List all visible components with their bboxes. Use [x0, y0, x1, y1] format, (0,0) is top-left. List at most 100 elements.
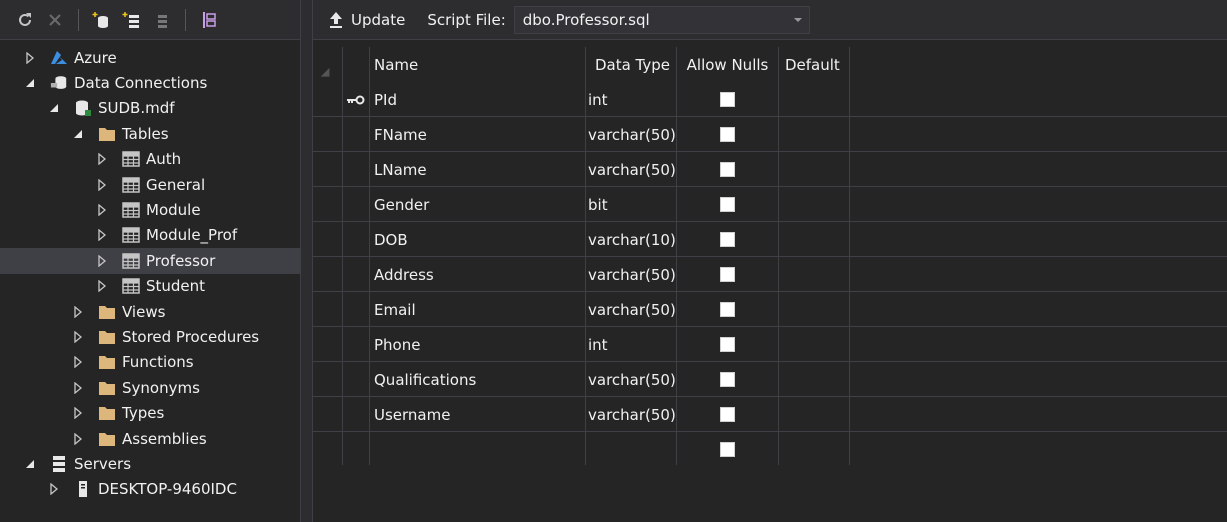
header-default[interactable]: Default — [779, 47, 850, 82]
allow-nulls-checkbox[interactable] — [720, 372, 735, 387]
allow-nulls-checkbox[interactable] — [720, 232, 735, 247]
tree-node-desktop-9460idc[interactable]: DESKTOP-9460IDC — [0, 477, 300, 502]
header-name[interactable]: Name — [370, 47, 586, 82]
data-type-cell[interactable]: varchar(50) — [586, 362, 677, 397]
pane-splitter[interactable] — [300, 0, 313, 522]
select-all-corner[interactable] — [313, 47, 343, 82]
column-name-cell[interactable]: LName — [370, 152, 586, 187]
default-cell[interactable] — [779, 82, 850, 117]
column-row[interactable]: FName varchar(50) — [313, 117, 1227, 152]
row-selector[interactable] — [313, 187, 343, 222]
expanded-arrow-icon[interactable] — [24, 458, 36, 470]
column-row[interactable]: Qualifications varchar(50) — [313, 362, 1227, 397]
collapsed-arrow-icon[interactable] — [96, 153, 108, 166]
connect-to-server-icon[interactable] — [121, 9, 143, 31]
row-selector[interactable] — [313, 292, 343, 327]
collapsed-arrow-icon[interactable] — [72, 305, 84, 318]
row-selector[interactable] — [313, 432, 343, 467]
column-row[interactable]: Gender bit — [313, 187, 1227, 222]
default-cell[interactable] — [779, 117, 850, 152]
connect-to-database-icon[interactable] — [91, 9, 113, 31]
tree-node-servers[interactable]: Servers — [0, 451, 300, 476]
column-name-cell[interactable]: Username — [370, 397, 586, 432]
stop-refresh-icon[interactable] — [44, 9, 66, 31]
default-cell[interactable] — [779, 257, 850, 292]
column-name-cell[interactable]: DOB — [370, 222, 586, 257]
row-selector[interactable] — [313, 362, 343, 397]
row-selector[interactable] — [313, 117, 343, 152]
column-name-cell[interactable]: Email — [370, 292, 586, 327]
allow-nulls-checkbox[interactable] — [720, 92, 735, 107]
row-selector[interactable] — [313, 257, 343, 292]
collapsed-arrow-icon[interactable] — [96, 254, 108, 267]
collapsed-arrow-icon[interactable] — [72, 356, 84, 369]
tree-node-functions[interactable]: Functions — [0, 350, 300, 375]
tree-node-sudb-mdf[interactable]: SUDB.mdf — [0, 96, 300, 121]
tree-node-module[interactable]: Module — [0, 197, 300, 222]
default-cell[interactable] — [779, 432, 850, 467]
update-button[interactable]: Update — [321, 6, 413, 34]
column-row[interactable] — [313, 432, 1227, 467]
allow-nulls-checkbox[interactable] — [720, 127, 735, 142]
column-name-cell[interactable]: PId — [370, 82, 586, 117]
collapsed-arrow-icon[interactable] — [48, 483, 60, 496]
default-cell[interactable] — [779, 222, 850, 257]
row-selector[interactable] — [313, 222, 343, 257]
collapsed-arrow-icon[interactable] — [96, 204, 108, 217]
column-name-cell[interactable]: Qualifications — [370, 362, 586, 397]
tree-node-auth[interactable]: Auth — [0, 147, 300, 172]
allow-nulls-checkbox[interactable] — [720, 407, 735, 422]
expanded-arrow-icon[interactable] — [48, 102, 60, 114]
tree-node-types[interactable]: Types — [0, 401, 300, 426]
allow-nulls-checkbox[interactable] — [720, 267, 735, 282]
expanded-arrow-icon[interactable] — [72, 128, 84, 140]
row-selector[interactable] — [313, 397, 343, 432]
data-type-cell[interactable]: int — [586, 82, 677, 117]
default-cell[interactable] — [779, 327, 850, 362]
collapsed-arrow-icon[interactable] — [24, 51, 36, 64]
column-row[interactable]: Phone int — [313, 327, 1227, 362]
header-allow-nulls[interactable]: Allow Nulls — [677, 47, 779, 82]
tree-node-professor[interactable]: Professor — [0, 248, 300, 274]
column-name-cell[interactable]: FName — [370, 117, 586, 152]
tree-node-student[interactable]: Student — [0, 274, 300, 299]
data-type-cell[interactable]: bit — [586, 187, 677, 222]
allow-nulls-checkbox[interactable] — [720, 197, 735, 212]
data-type-cell[interactable] — [586, 432, 677, 467]
default-cell[interactable] — [779, 187, 850, 222]
tree-node-tables[interactable]: Tables — [0, 121, 300, 146]
column-name-cell[interactable]: Gender — [370, 187, 586, 222]
tree-node-stored-procedures[interactable]: Stored Procedures — [0, 324, 300, 349]
default-cell[interactable] — [779, 152, 850, 187]
row-selector[interactable] — [313, 152, 343, 187]
collapsed-arrow-icon[interactable] — [72, 381, 84, 394]
data-type-cell[interactable]: varchar(50) — [586, 152, 677, 187]
refresh-icon[interactable] — [14, 9, 36, 31]
sharepoint-connection-icon[interactable] — [151, 9, 173, 31]
allow-nulls-checkbox[interactable] — [720, 302, 735, 317]
tree-node-synonyms[interactable]: Synonyms — [0, 375, 300, 400]
tree-node-azure[interactable]: Azure — [0, 45, 300, 70]
filter-icon[interactable] — [198, 9, 220, 31]
allow-nulls-checkbox[interactable] — [720, 337, 735, 352]
tree-node-views[interactable]: Views — [0, 299, 300, 324]
data-type-cell[interactable]: varchar(50) — [586, 257, 677, 292]
column-name-cell[interactable]: Address — [370, 257, 586, 292]
column-row[interactable]: Email varchar(50) — [313, 292, 1227, 327]
column-row[interactable]: Username varchar(50) — [313, 397, 1227, 432]
column-row[interactable]: Address varchar(50) — [313, 257, 1227, 292]
collapsed-arrow-icon[interactable] — [96, 229, 108, 242]
column-name-cell[interactable]: Phone — [370, 327, 586, 362]
column-row[interactable]: DOB varchar(10) — [313, 222, 1227, 257]
data-type-cell[interactable]: varchar(50) — [586, 397, 677, 432]
row-selector[interactable] — [313, 82, 343, 117]
data-type-cell[interactable]: int — [586, 327, 677, 362]
data-type-cell[interactable]: varchar(10) — [586, 222, 677, 257]
row-selector[interactable] — [313, 327, 343, 362]
collapsed-arrow-icon[interactable] — [72, 407, 84, 420]
data-type-cell[interactable]: varchar(50) — [586, 117, 677, 152]
column-row[interactable]: LName varchar(50) — [313, 152, 1227, 187]
default-cell[interactable] — [779, 397, 850, 432]
column-row[interactable]: PId int — [313, 82, 1227, 117]
tree-node-general[interactable]: General — [0, 172, 300, 197]
